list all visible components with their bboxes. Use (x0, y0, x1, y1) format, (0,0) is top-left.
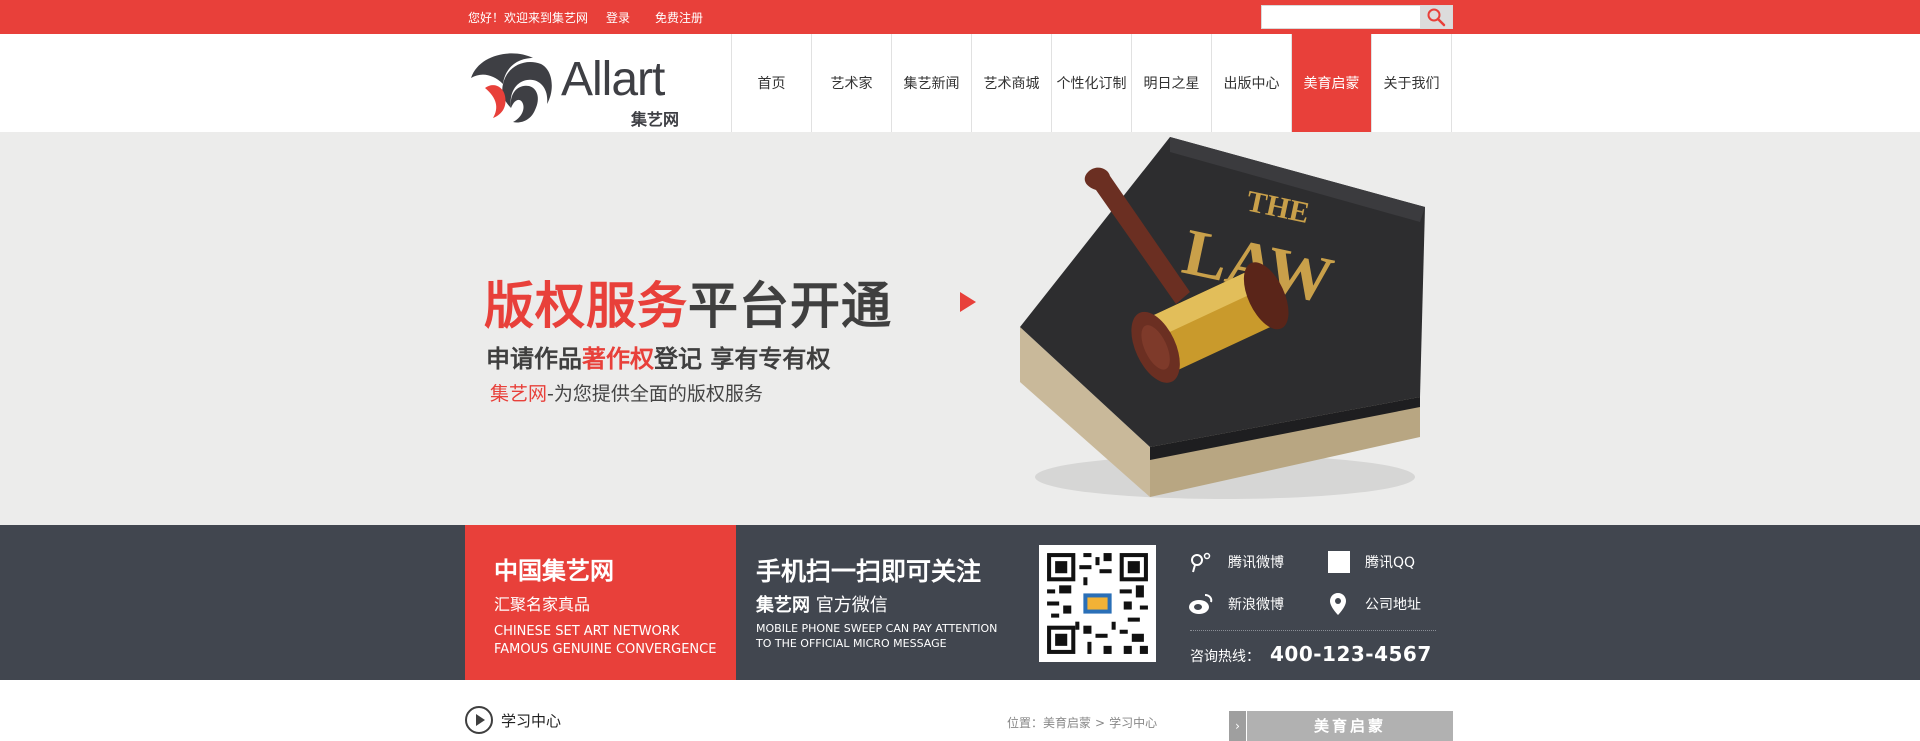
logo-mark-icon (471, 53, 552, 123)
nav-item-about[interactable]: 关于我们 (1372, 34, 1452, 132)
banner-title: 版权服务平台开通 (484, 266, 892, 338)
logo-cn-text: 集艺网 (631, 110, 680, 129)
content-area (0, 680, 1920, 741)
tencent-weibo-link[interactable]: 腾讯微博 (1188, 550, 1284, 574)
company-address-label: 公司地址 (1365, 597, 1421, 613)
tencent-weibo-label: 腾讯微博 (1228, 555, 1284, 571)
sina-weibo-link[interactable]: 新浪微博 (1188, 592, 1284, 616)
brand-panel-english-1: CHINESE SET ART NETWORK (494, 624, 680, 639)
play-circle-icon (465, 706, 493, 734)
banner-tagline-text: -为您提供全面的版权服务 (547, 383, 763, 405)
banner-title-red: 版权服务 (484, 277, 688, 335)
logo-brand-text: Allart (561, 53, 665, 106)
company-address-link[interactable]: 公司地址 (1325, 592, 1421, 616)
sidebar-category-tab[interactable]: › 美育启蒙 (1229, 711, 1453, 741)
wechat-english-1: MOBILE PHONE SWEEP CAN PAY ATTENTION (756, 622, 998, 635)
top-bar: 您好！欢迎来到集艺网 登录 免费注册 (0, 0, 1920, 34)
breadcrumb: 位置：美育启蒙 > 学习中心 (1007, 714, 1157, 731)
nav-item-home[interactable]: 首页 (732, 34, 812, 132)
tencent-weibo-icon (1188, 550, 1214, 574)
sina-weibo-icon (1188, 592, 1214, 616)
login-link[interactable]: 登录 (606, 9, 630, 26)
search-box (1261, 5, 1453, 29)
banner-tagline: 集艺网-为您提供全面的版权服务 (490, 379, 763, 406)
breadcrumb-item-learning[interactable]: 学习中心 (1109, 716, 1157, 730)
nav-item-stars[interactable]: 明日之星 (1132, 34, 1212, 132)
tencent-qq-link[interactable]: 腾讯QQ (1325, 550, 1415, 574)
search-button[interactable] (1420, 6, 1452, 28)
chevron-right-icon: › (1229, 711, 1247, 741)
banner-subtitle-red: 著作权 (582, 345, 654, 373)
welcome-text: 您好！欢迎来到集艺网 (468, 11, 589, 25)
banner-title-dark: 平台开通 (688, 277, 892, 335)
banner-arrow-icon (960, 292, 976, 312)
breadcrumb-separator-icon: > (1095, 716, 1106, 730)
wechat-qr-code (1039, 545, 1156, 662)
brand-panel-title: 中国集艺网 (494, 557, 614, 585)
nav-item-artists[interactable]: 艺术家 (812, 34, 892, 132)
qq-icon (1325, 550, 1351, 574)
breadcrumb-item-education[interactable]: 美育启蒙 (1043, 716, 1091, 730)
search-input[interactable] (1262, 6, 1420, 28)
section-title: 学习中心 (501, 711, 562, 730)
wechat-subtitle-bold: 集艺网 (756, 595, 810, 616)
divider (1190, 630, 1436, 631)
sina-weibo-label: 新浪微博 (1228, 597, 1284, 613)
wechat-title: 手机扫一扫即可关注 (756, 557, 982, 586)
nav-item-news[interactable]: 集艺新闻 (892, 34, 972, 132)
section-heading: 学习中心 (465, 706, 561, 734)
hotline-number: 400-123-4567 (1270, 642, 1432, 666)
wechat-subtitle: 集艺网 官方微信 (756, 591, 888, 617)
nav-item-education[interactable]: 美育启蒙 (1292, 34, 1372, 132)
brand-panel-english: CHINESE SET ART NETWORK FAMOUS GENUINE C… (494, 623, 716, 659)
site-logo[interactable]: Allart 集艺网 (463, 48, 693, 129)
banner-subtitle-a: 申请作品 (486, 345, 582, 373)
hotline: 咨询热线： 400-123-4567 (1190, 642, 1432, 666)
wechat-english-2: TO THE OFFICIAL MICRO MESSAGE (756, 637, 947, 650)
banner-subtitle-b: 登记 享有专有权 (654, 345, 831, 373)
hotline-label: 咨询热线： (1190, 649, 1260, 665)
hero-banner[interactable]: 版权服务平台开通 申请作品著作权登记 享有专有权 集艺网-为您提供全面的版权服务… (0, 132, 1920, 525)
nav-item-mall[interactable]: 艺术商城 (972, 34, 1052, 132)
wechat-english: MOBILE PHONE SWEEP CAN PAY ATTENTION TO … (756, 621, 997, 651)
brand-panel-subtitle: 汇聚名家真品 (494, 595, 591, 614)
banner-subtitle: 申请作品著作权登记 享有专有权 (486, 339, 830, 374)
search-icon (1427, 8, 1446, 27)
location-pin-icon (1325, 592, 1351, 616)
tencent-qq-label: 腾讯QQ (1365, 555, 1416, 571)
qr-code-icon (1039, 545, 1156, 662)
breadcrumb-prefix: 位置： (1007, 716, 1044, 730)
wechat-panel: 手机扫一扫即可关注 集艺网 官方微信 MOBILE PHONE SWEEP CA… (736, 525, 1036, 680)
law-book-gavel-image: THE LAW (1020, 137, 1425, 499)
nav-item-publishing[interactable]: 出版中心 (1212, 34, 1292, 132)
banner-tagline-red: 集艺网 (490, 383, 548, 405)
main-nav: 首页 艺术家 集艺新闻 艺术商城 个性化订制 明日之星 出版中心 美育启蒙 关于… (731, 34, 1452, 132)
sidebar-category-label: 美育启蒙 (1313, 717, 1386, 735)
nav-item-custom[interactable]: 个性化订制 (1052, 34, 1132, 132)
wechat-subtitle-text: 官方微信 (810, 595, 888, 616)
brand-panel: 中国集艺网 汇聚名家真品 CHINESE SET ART NETWORK FAM… (465, 525, 736, 680)
register-link[interactable]: 免费注册 (655, 9, 703, 26)
brand-panel-english-2: FAMOUS GENUINE CONVERGENCE (494, 642, 717, 657)
